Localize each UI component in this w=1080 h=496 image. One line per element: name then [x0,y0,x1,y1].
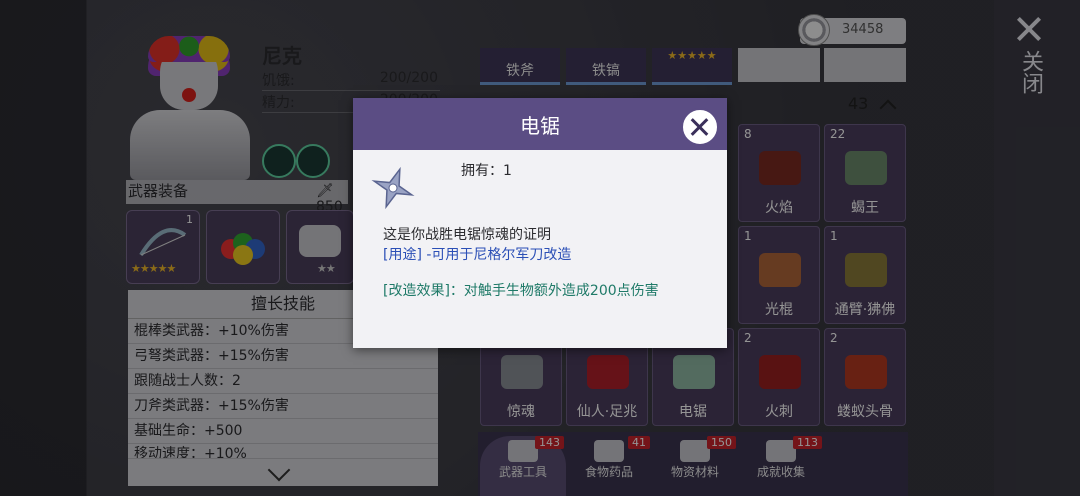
item-detail-dialog: 电锯 拥有：1 这是你战胜电锯惊魂的证明 [用途] -可用于尼格尔军刀改造 [改… [353,98,727,348]
item-usage: [用途] -可用于尼格尔军刀改造 [383,247,572,263]
item-description: 这是你战胜电锯惊魂的证明 [383,227,551,243]
shuriken-icon [371,166,415,210]
dialog-title: 电锯 [353,98,727,150]
dialog-close-button[interactable] [681,108,719,146]
owned-count: 拥有：1 [461,163,512,179]
item-effect: [改造效果]：对触手生物额外造成200点伤害 [383,283,659,299]
